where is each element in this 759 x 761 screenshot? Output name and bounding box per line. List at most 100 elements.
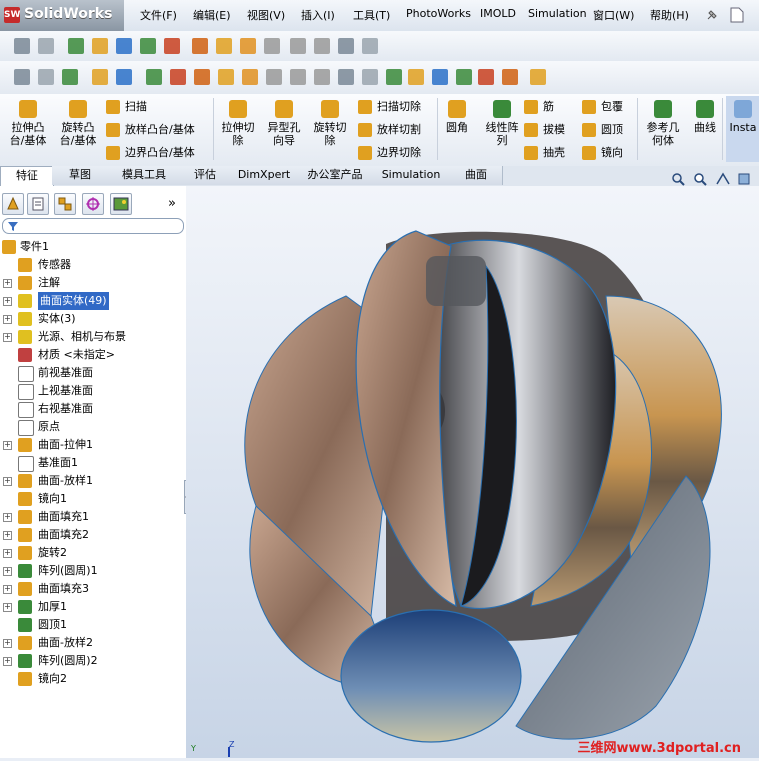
tree-item[interactable]: 上视基准面 [0, 382, 184, 400]
small_buttons_group2-button-0[interactable]: 扫描切除 [358, 98, 421, 116]
standard-tool-13-icon[interactable] [338, 38, 354, 54]
command-fillet-button[interactable]: 圆角 [442, 100, 472, 134]
view-tool-1-icon[interactable] [38, 69, 54, 85]
command-curves-button[interactable]: 曲线 [690, 100, 720, 134]
command-revolve-boss-button[interactable]: 旋转凸 台/基体 [56, 100, 100, 147]
expand-icon[interactable]: + [3, 279, 12, 288]
view-tool-21-icon[interactable] [530, 69, 546, 85]
tree-item[interactable]: 镜向2 [0, 670, 184, 688]
menu-item-8[interactable]: 窗口(W) [593, 7, 634, 23]
view-tool-10-icon[interactable] [266, 69, 282, 85]
standard-tool-6-icon[interactable] [164, 38, 180, 54]
section-view-icon[interactable] [737, 172, 753, 189]
expand-icon[interactable]: + [3, 441, 12, 450]
new-document-icon[interactable] [730, 7, 744, 23]
standard-tool-3-icon[interactable] [92, 38, 108, 54]
small_buttons_group1-button-0[interactable]: 扫描 [106, 98, 147, 116]
expand-icon[interactable]: + [3, 549, 12, 558]
small_buttons_group3-button-2[interactable]: 抽壳 [524, 144, 565, 162]
tree-item[interactable]: 传感器 [0, 256, 184, 274]
view-tool-4-icon[interactable] [116, 69, 132, 85]
standard-tool-7-icon[interactable] [192, 38, 208, 54]
tree-item[interactable]: 前视基准面 [0, 364, 184, 382]
graphics-viewport[interactable] [186, 186, 759, 758]
view-tool-6-icon[interactable] [170, 69, 186, 85]
view-tool-11-icon[interactable] [290, 69, 306, 85]
view-tool-12-icon[interactable] [314, 69, 330, 85]
tree-item[interactable]: + 实体(3) [0, 310, 184, 328]
standard-tool-4-icon[interactable] [116, 38, 132, 54]
view-tool-0-icon[interactable] [14, 69, 30, 85]
menu-item-5[interactable]: PhotoWorks [406, 7, 471, 20]
expand-icon[interactable]: + [3, 567, 12, 576]
view-tool-2-icon[interactable] [62, 69, 78, 85]
small_buttons_group2-button-1[interactable]: 放样切割 [358, 121, 421, 139]
expand-icon[interactable]: + [3, 531, 12, 540]
standard-tool-10-icon[interactable] [264, 38, 280, 54]
command-revolve-cut-button[interactable]: 旋转切 除 [310, 100, 350, 147]
tree-item[interactable]: 基准面1 [0, 454, 184, 472]
standard-tool-1-icon[interactable] [38, 38, 54, 54]
tab-3[interactable]: 评估 [180, 166, 231, 185]
small_buttons_group4-button-0[interactable]: 包覆 [582, 98, 623, 116]
view-tool-7-icon[interactable] [194, 69, 210, 85]
command-extrude-cut-button[interactable]: 拉伸切 除 [218, 100, 258, 147]
standard-tool-5-icon[interactable] [140, 38, 156, 54]
tree-item[interactable]: + 阵列(圆周)2 [0, 652, 184, 670]
standard-tool-8-icon[interactable] [216, 38, 232, 54]
tree-item[interactable]: + 曲面实体(49) [0, 292, 184, 310]
menu-item-0[interactable]: 文件(F) [140, 7, 177, 23]
tree-item[interactable]: + 注解 [0, 274, 184, 292]
tab-5[interactable]: 办公室产品 [298, 166, 373, 185]
small_buttons_group2-button-2[interactable]: 边界切除 [358, 144, 421, 162]
tab-2[interactable]: 模具工具 [108, 166, 181, 185]
expand-icon[interactable]: + [3, 315, 12, 324]
display-manager-tab-icon[interactable] [110, 193, 132, 215]
expand-icon[interactable]: + [3, 639, 12, 648]
tab-7[interactable]: 曲面 [450, 166, 503, 185]
expand-panel-icon[interactable]: » [168, 196, 176, 211]
pin-icon[interactable] [705, 8, 719, 22]
standard-tool-9-icon[interactable] [240, 38, 256, 54]
dimxpert-tab-icon[interactable] [82, 193, 104, 215]
command-hole-wizard-button[interactable]: 异型孔 向导 [262, 100, 306, 147]
previous-view-icon[interactable] [715, 172, 731, 189]
zoom-to-area-icon[interactable] [693, 172, 707, 189]
view-tool-18-icon[interactable] [456, 69, 472, 85]
menu-item-3[interactable]: 插入(I) [301, 7, 335, 23]
tree-item[interactable]: + 曲面填充3 [0, 580, 184, 598]
expand-icon[interactable]: + [3, 657, 12, 666]
tree-item[interactable]: + 阵列(圆周)1 [0, 562, 184, 580]
tab-1[interactable]: 草图 [52, 166, 109, 185]
view-tool-20-icon[interactable] [502, 69, 518, 85]
standard-tool-12-icon[interactable] [314, 38, 330, 54]
small_buttons_group1-button-1[interactable]: 放样凸台/基体 [106, 121, 195, 139]
menu-item-4[interactable]: 工具(T) [353, 7, 390, 23]
small_buttons_group4-button-1[interactable]: 圆顶 [582, 121, 623, 139]
view-tool-8-icon[interactable] [218, 69, 234, 85]
tree-item[interactable]: 圆顶1 [0, 616, 184, 634]
tree-item[interactable]: 右视基准面 [0, 400, 184, 418]
small_buttons_group3-button-1[interactable]: 拔模 [524, 121, 565, 139]
property-manager-tab-icon[interactable] [27, 193, 49, 215]
small_buttons_group1-button-2[interactable]: 边界凸台/基体 [106, 144, 195, 162]
tab-0[interactable]: 特征 [0, 166, 54, 187]
tree-item[interactable]: + 曲面填充2 [0, 526, 184, 544]
standard-tool-11-icon[interactable] [290, 38, 306, 54]
view-tool-15-icon[interactable] [386, 69, 402, 85]
view-tool-14-icon[interactable] [362, 69, 378, 85]
tree-filter-input[interactable] [2, 218, 184, 234]
view-tool-16-icon[interactable] [408, 69, 424, 85]
tree-item[interactable]: + 加厚1 [0, 598, 184, 616]
tree-item[interactable]: + 光源、相机与布景 [0, 328, 184, 346]
feature-manager-tab-icon[interactable] [2, 193, 24, 215]
view-tool-9-icon[interactable] [242, 69, 258, 85]
expand-icon[interactable]: + [3, 333, 12, 342]
expand-icon[interactable]: + [3, 585, 12, 594]
expand-icon[interactable]: + [3, 477, 12, 486]
tab-4[interactable]: DimXpert [230, 166, 299, 185]
view-tool-5-icon[interactable] [146, 69, 162, 85]
view-tool-19-icon[interactable] [478, 69, 494, 85]
standard-tool-14-icon[interactable] [362, 38, 378, 54]
menu-item-7[interactable]: Simulation [528, 7, 587, 20]
